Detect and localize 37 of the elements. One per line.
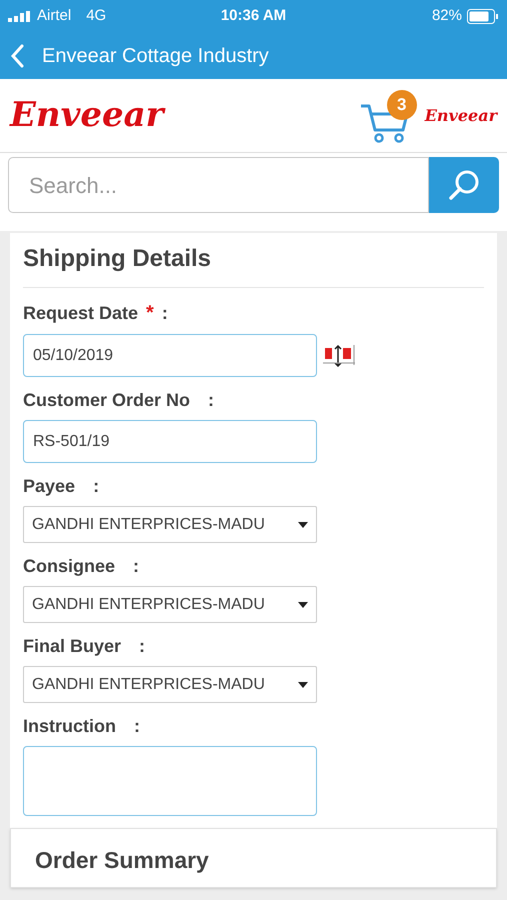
battery-icon [467, 9, 499, 24]
field-label: Instruction [23, 715, 116, 738]
cart-count-badge: 3 [386, 90, 417, 120]
field-label: Final Buyer [23, 635, 122, 658]
label-colon: : [93, 475, 100, 498]
field-label: Consignee [23, 555, 116, 578]
network-type: 4G [86, 6, 106, 26]
caret-icon [298, 522, 308, 528]
logo: Enveear [10, 94, 164, 137]
section-title: Order Summary [35, 846, 210, 875]
caret-icon [298, 682, 308, 688]
label-colon: : [139, 635, 146, 658]
screen-title: Enveear Cottage Industry [42, 44, 269, 69]
section-title: Shipping Details [23, 241, 484, 288]
caret-icon [298, 602, 308, 608]
label-colon: : [134, 715, 140, 738]
label-colon: : [208, 389, 214, 412]
input-field[interactable] [23, 746, 317, 816]
dropdown[interactable]: GANDHI ENTERPRICES-MADU [23, 586, 317, 623]
search-button[interactable] [429, 157, 499, 213]
search-field[interactable]: Search... [8, 157, 429, 213]
dropdown[interactable]: GANDHI ENTERPRICES-MADU [23, 666, 317, 703]
dropdown[interactable]: GANDHI ENTERPRICES-MADU [23, 506, 317, 543]
carrier-name: Airtel [37, 6, 72, 26]
label-colon: : [133, 555, 140, 578]
field-label: Request Date [23, 302, 138, 325]
field-label: Customer Order No [23, 389, 190, 412]
battery-percent: 82% [432, 6, 462, 26]
date-field[interactable]: 05/10/2019 [23, 334, 317, 377]
small-logo: Enveear [424, 104, 497, 126]
clock-time: 10:36 AM [220, 6, 286, 26]
search-icon [447, 168, 481, 202]
label-colon: : [162, 302, 168, 324]
required-asterisk: * [146, 301, 154, 326]
field-label: Payee [23, 475, 76, 498]
signal-icon [8, 11, 32, 22]
input-field[interactable]: RS-501/19 [23, 420, 317, 463]
